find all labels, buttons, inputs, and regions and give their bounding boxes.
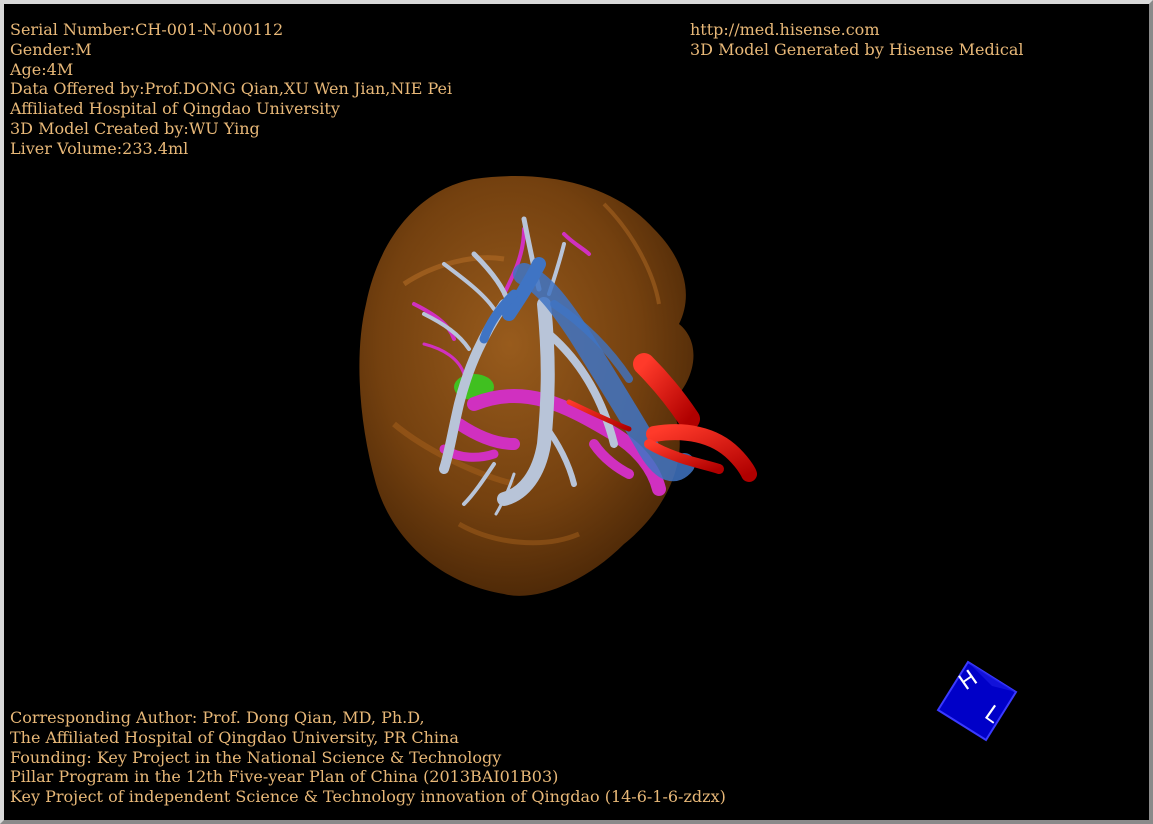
- credits: Corresponding Author: Prof. Dong Qian, M…: [10, 708, 726, 807]
- funding-line-1: Founding: Key Project in the National Sc…: [10, 747, 502, 767]
- orientation-cube[interactable]: H L: [932, 656, 1022, 746]
- funding-line-3: Key Project of independent Science & Tec…: [10, 787, 726, 807]
- corresponding-author: Corresponding Author: Prof. Dong Qian, M…: [10, 708, 425, 727]
- author-affiliation: The Affiliated Hospital of Qingdao Unive…: [10, 727, 459, 747]
- 3d-viewer[interactable]: Serial Number:CH-001-N-000112 Gender:M A…: [0, 0, 1153, 824]
- funding-line-2: Pillar Program in the 12th Five-year Pla…: [10, 767, 559, 787]
